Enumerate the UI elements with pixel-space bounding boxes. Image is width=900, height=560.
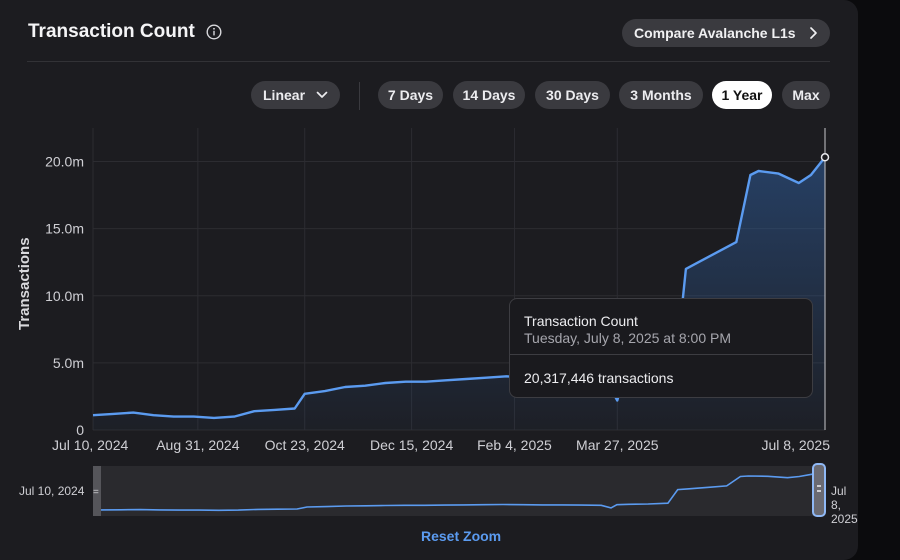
tooltip-value: 20,317,446 transactions <box>524 370 673 386</box>
navigator-left-handle-grip: = <box>93 487 99 498</box>
x-tick-label: Aug 31, 2024 <box>156 437 240 453</box>
x-tick-label: Oct 23, 2024 <box>265 437 345 453</box>
y-tick-label: 20.0m <box>45 154 84 170</box>
tooltip: Transaction Count Tuesday, July 8, 2025 … <box>509 298 813 398</box>
tooltip-date: Tuesday, July 8, 2025 at 8:00 PM <box>524 330 731 346</box>
x-tick-label: Mar 27, 2025 <box>576 437 659 453</box>
x-tick-label: Feb 4, 2025 <box>477 437 552 453</box>
navigator-track[interactable] <box>93 466 823 516</box>
highlight-point <box>822 154 829 161</box>
reset-zoom-button[interactable]: Reset Zoom <box>421 528 501 544</box>
navigator-right-handle[interactable] <box>813 464 825 516</box>
navigator-start-label: Jul 10, 2024 <box>19 484 84 498</box>
tooltip-divider <box>510 354 812 355</box>
y-tick-label: 15.0m <box>45 221 84 237</box>
tooltip-title: Transaction Count <box>524 313 638 329</box>
x-tick-label: Jul 8, 2025 <box>762 437 831 453</box>
navigator-end-label: Jul 8, 2025 <box>831 484 858 526</box>
y-tick-label: 0 <box>76 422 84 438</box>
x-tick-label: Jul 10, 2024 <box>52 437 128 453</box>
transaction-chart[interactable]: 0 5.0m 10.0m 15.0m 20.0m Jul 10, 2024 Aug 31,… <box>0 0 858 560</box>
transaction-count-card: Transaction Count Compare Avalanche L1s … <box>0 0 858 560</box>
x-tick-label: Dec 15, 2024 <box>370 437 453 453</box>
y-tick-label: 5.0m <box>53 355 84 371</box>
y-tick-label: 10.0m <box>45 288 84 304</box>
